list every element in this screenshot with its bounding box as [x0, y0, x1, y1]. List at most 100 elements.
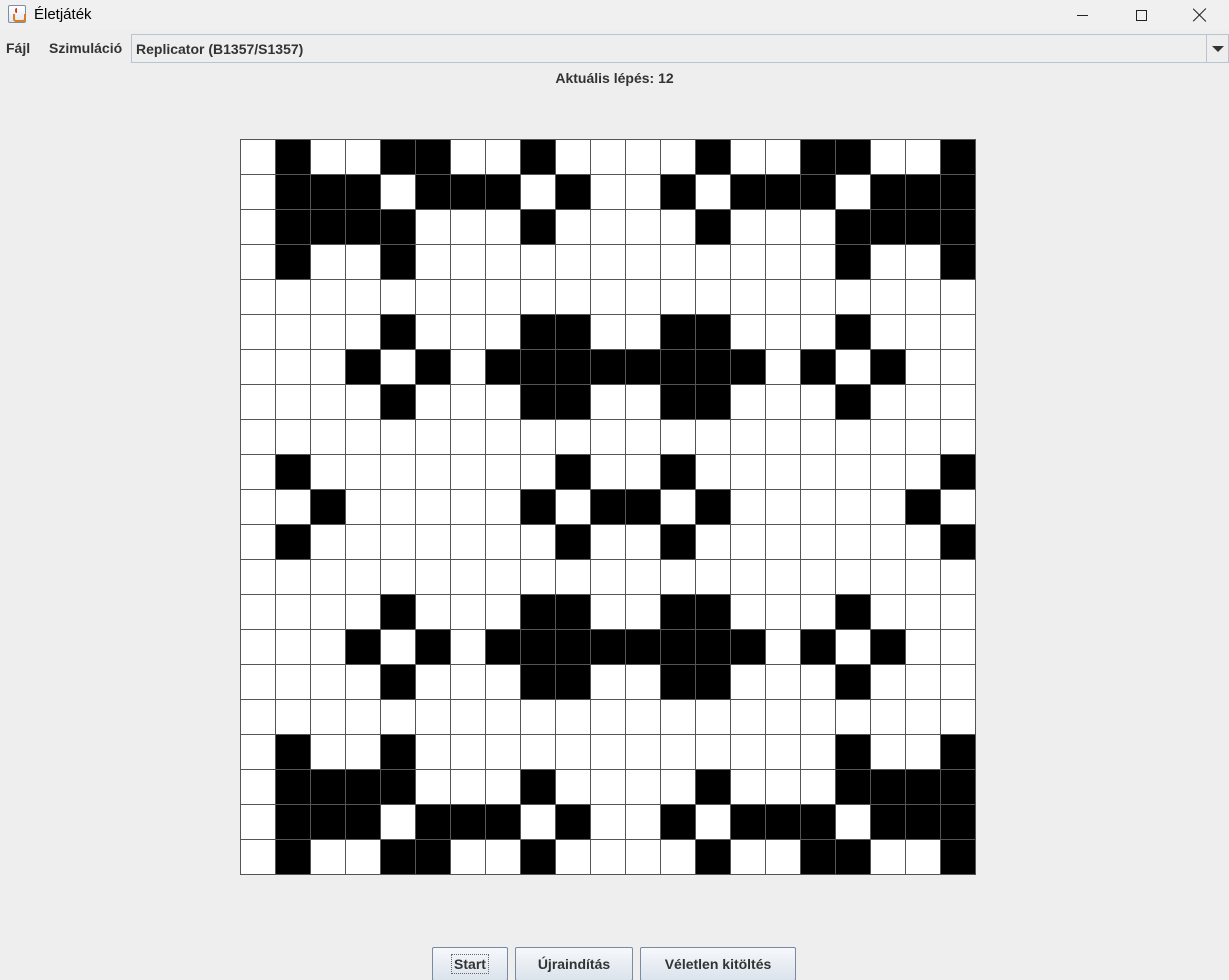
board-cell[interactable]: [381, 420, 416, 455]
board-cell[interactable]: [906, 280, 941, 315]
board-cell[interactable]: [801, 595, 836, 630]
board-cell[interactable]: [801, 735, 836, 770]
board-cell[interactable]: [416, 315, 451, 350]
board-cell[interactable]: [941, 315, 976, 350]
board-cell[interactable]: [626, 665, 661, 700]
chevron-down-icon[interactable]: [1206, 35, 1228, 62]
board-cell[interactable]: [521, 665, 556, 700]
board-cell[interactable]: [626, 175, 661, 210]
board-cell[interactable]: [626, 560, 661, 595]
board-cell[interactable]: [486, 315, 521, 350]
board-cell[interactable]: [696, 840, 731, 875]
board-cell[interactable]: [661, 385, 696, 420]
board-cell[interactable]: [871, 140, 906, 175]
board-cell[interactable]: [346, 595, 381, 630]
board-cell[interactable]: [731, 525, 766, 560]
board-cell[interactable]: [381, 665, 416, 700]
board-cell[interactable]: [556, 805, 591, 840]
board-cell[interactable]: [346, 385, 381, 420]
board-cell[interactable]: [626, 140, 661, 175]
board-cell[interactable]: [416, 175, 451, 210]
board-cell[interactable]: [836, 245, 871, 280]
board-cell[interactable]: [486, 560, 521, 595]
board-cell[interactable]: [486, 805, 521, 840]
board-cell[interactable]: [836, 630, 871, 665]
board-cell[interactable]: [626, 350, 661, 385]
board-cell[interactable]: [941, 595, 976, 630]
board-cell[interactable]: [311, 560, 346, 595]
board-cell[interactable]: [381, 770, 416, 805]
board-cell[interactable]: [661, 315, 696, 350]
board-cell[interactable]: [556, 210, 591, 245]
board-cell[interactable]: [451, 490, 486, 525]
board-cell[interactable]: [451, 700, 486, 735]
board-cell[interactable]: [381, 805, 416, 840]
board-cell[interactable]: [871, 455, 906, 490]
board-cell[interactable]: [346, 490, 381, 525]
board-cell[interactable]: [451, 140, 486, 175]
board-cell[interactable]: [661, 140, 696, 175]
board-cell[interactable]: [241, 700, 276, 735]
board-cell[interactable]: [276, 560, 311, 595]
board-cell[interactable]: [836, 665, 871, 700]
board-cell[interactable]: [241, 595, 276, 630]
board-cell[interactable]: [731, 140, 766, 175]
board-cell[interactable]: [416, 560, 451, 595]
board-cell[interactable]: [486, 700, 521, 735]
board-cell[interactable]: [521, 560, 556, 595]
board-cell[interactable]: [696, 175, 731, 210]
board-cell[interactable]: [451, 385, 486, 420]
board-cell[interactable]: [766, 525, 801, 560]
board-cell[interactable]: [276, 175, 311, 210]
board-cell[interactable]: [311, 280, 346, 315]
board-cell[interactable]: [241, 630, 276, 665]
board-cell[interactable]: [276, 315, 311, 350]
board-cell[interactable]: [556, 140, 591, 175]
board-cell[interactable]: [591, 735, 626, 770]
board-cell[interactable]: [591, 455, 626, 490]
board-cell[interactable]: [381, 245, 416, 280]
board-cell[interactable]: [381, 455, 416, 490]
board-cell[interactable]: [381, 560, 416, 595]
board-cell[interactable]: [661, 700, 696, 735]
board-cell[interactable]: [906, 315, 941, 350]
board-cell[interactable]: [626, 700, 661, 735]
board-cell[interactable]: [626, 210, 661, 245]
board-cell[interactable]: [871, 490, 906, 525]
board-cell[interactable]: [801, 385, 836, 420]
menu-simulation[interactable]: Szimuláció: [49, 40, 122, 56]
board-cell[interactable]: [766, 595, 801, 630]
board-cell[interactable]: [661, 245, 696, 280]
board-cell[interactable]: [381, 595, 416, 630]
board-cell[interactable]: [766, 770, 801, 805]
board-cell[interactable]: [451, 175, 486, 210]
board-cell[interactable]: [731, 805, 766, 840]
board-cell[interactable]: [276, 840, 311, 875]
board-cell[interactable]: [696, 595, 731, 630]
board-cell[interactable]: [906, 735, 941, 770]
board-cell[interactable]: [836, 735, 871, 770]
board-cell[interactable]: [801, 700, 836, 735]
game-board[interactable]: [240, 139, 976, 875]
board-cell[interactable]: [801, 210, 836, 245]
board-cell[interactable]: [486, 735, 521, 770]
maximize-button[interactable]: [1112, 0, 1170, 30]
board-cell[interactable]: [801, 840, 836, 875]
board-cell[interactable]: [906, 630, 941, 665]
board-cell[interactable]: [906, 805, 941, 840]
board-cell[interactable]: [591, 280, 626, 315]
board-cell[interactable]: [276, 245, 311, 280]
board-cell[interactable]: [591, 140, 626, 175]
board-cell[interactable]: [871, 595, 906, 630]
board-cell[interactable]: [731, 700, 766, 735]
board-cell[interactable]: [276, 210, 311, 245]
board-cell[interactable]: [486, 630, 521, 665]
board-cell[interactable]: [731, 735, 766, 770]
board-cell[interactable]: [661, 420, 696, 455]
board-cell[interactable]: [521, 770, 556, 805]
board-cell[interactable]: [451, 420, 486, 455]
board-cell[interactable]: [591, 385, 626, 420]
board-cell[interactable]: [906, 770, 941, 805]
board-cell[interactable]: [801, 280, 836, 315]
board-cell[interactable]: [626, 525, 661, 560]
